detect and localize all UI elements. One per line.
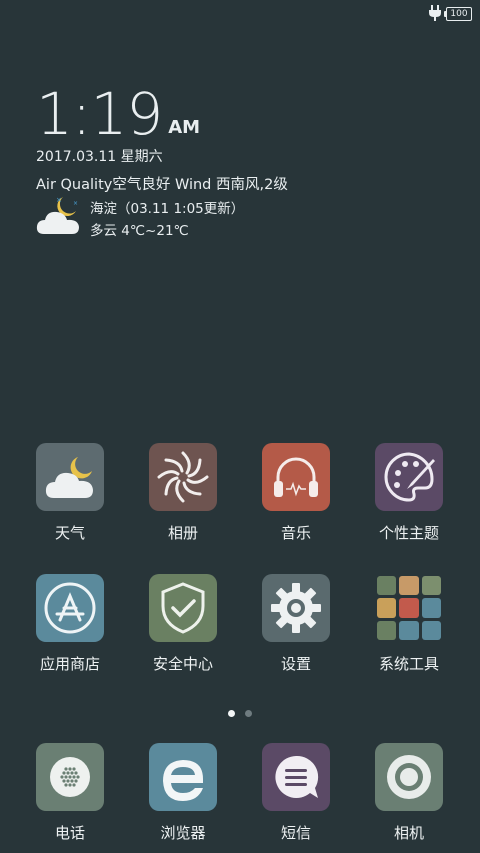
app-store-icon	[36, 574, 104, 642]
app-label: 相册	[167, 524, 198, 542]
app-label: 安全中心	[152, 655, 213, 673]
app-label: 个性主题	[378, 524, 439, 542]
system-tools-folder-icon	[375, 574, 443, 642]
camera-lens-icon	[375, 743, 443, 811]
app-gallery[interactable]: 相册	[133, 443, 233, 543]
dock-camera[interactable]: 相机	[359, 743, 459, 843]
app-label: 相机	[393, 824, 424, 842]
browser-e-icon	[149, 743, 217, 811]
page-dot[interactable]	[245, 710, 252, 717]
phone-icon	[36, 743, 104, 811]
app-label: 浏览器	[160, 824, 206, 842]
cloud-moon-icon: × ×	[36, 196, 79, 234]
clock-widget[interactable]: 1:19 AM	[36, 84, 200, 144]
app-label: 短信	[280, 824, 311, 842]
weather-location: 海淀（03.11 1:05更新）	[90, 201, 245, 217]
battery-indicator: 100	[444, 7, 472, 21]
app-music[interactable]: 音乐	[246, 443, 346, 543]
app-label: 天气	[54, 524, 85, 542]
app-weather[interactable]: 天气	[20, 443, 120, 543]
app-themes[interactable]: 个性主题	[359, 443, 459, 543]
dock-messages[interactable]: 短信	[246, 743, 346, 843]
weather-cloud-moon-icon	[36, 443, 104, 511]
dock-browser[interactable]: 浏览器	[133, 743, 233, 843]
page-indicator	[0, 702, 480, 721]
air-quality-text: Air Quality空气良好 Wind 西南风,2级	[36, 177, 288, 193]
security-shield-icon	[149, 574, 217, 642]
messages-icon	[262, 743, 330, 811]
date-text: 2017.03.11 星期六	[36, 149, 163, 165]
clock-ampm: AM	[168, 117, 201, 138]
gallery-aperture-icon	[149, 443, 217, 511]
app-label: 设置	[280, 655, 311, 673]
status-bar: 100	[0, 0, 480, 26]
dock-phone[interactable]: 电话	[20, 743, 120, 843]
settings-gear-icon	[262, 574, 330, 642]
charging-plug-icon	[429, 5, 441, 21]
svg-text:×: ×	[73, 200, 78, 207]
app-label: 音乐	[280, 524, 311, 542]
app-label: 应用商店	[39, 655, 100, 673]
theme-palette-icon	[375, 443, 443, 511]
clock-time: 1:19	[36, 80, 163, 148]
page-dot-active[interactable]	[228, 710, 235, 717]
app-label: 系统工具	[378, 655, 439, 673]
app-label: 电话	[54, 824, 85, 842]
music-headphones-icon	[262, 443, 330, 511]
app-system-tools-folder[interactable]: 系统工具	[359, 574, 459, 674]
svg-text:×: ×	[56, 196, 62, 204]
app-app-store[interactable]: 应用商店	[20, 574, 120, 674]
app-security-center[interactable]: 安全中心	[133, 574, 233, 674]
app-settings[interactable]: 设置	[246, 574, 346, 674]
weather-condition: 多云 4℃~21℃	[90, 223, 189, 239]
